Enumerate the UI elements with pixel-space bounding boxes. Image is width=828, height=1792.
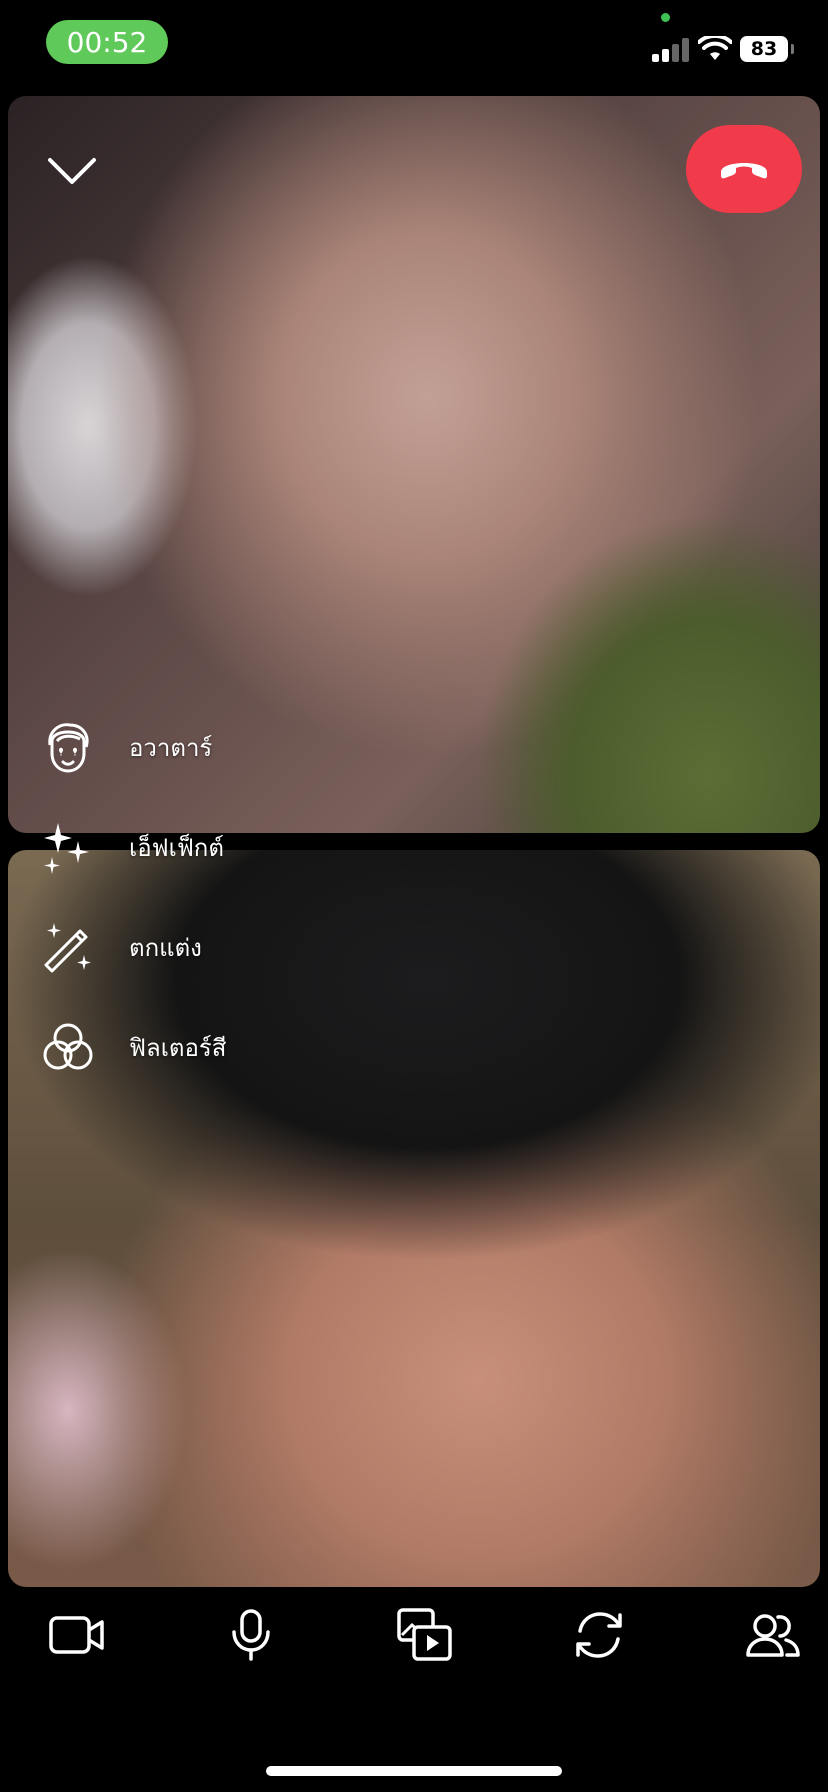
privacy-indicator-dot — [661, 13, 670, 22]
microphone-icon — [232, 1609, 270, 1661]
flip-camera-icon — [576, 1612, 622, 1658]
effect-item-decorate[interactable]: ตกแต่ง — [40, 915, 300, 979]
effect-item-effects[interactable]: เอ็ฟเฟ็กต์ — [40, 815, 300, 879]
toggle-microphone-button[interactable] — [216, 1600, 286, 1670]
collapse-button[interactable] — [44, 150, 100, 190]
color-filter-icon — [40, 1019, 96, 1075]
home-indicator[interactable] — [266, 1766, 562, 1776]
call-control-bar — [0, 1590, 828, 1680]
effect-item-color-filter[interactable]: ฟิลเตอร์สี — [40, 1015, 300, 1079]
share-media-icon — [397, 1608, 452, 1661]
status-time: 00:52 — [46, 20, 168, 64]
share-media-button[interactable] — [390, 1600, 460, 1670]
wifi-icon — [697, 33, 733, 66]
video-camera-icon — [49, 1616, 104, 1654]
chevron-down-icon — [48, 158, 96, 184]
end-call-button[interactable] — [686, 125, 802, 213]
sparkles-icon — [40, 819, 96, 875]
magic-wand-icon — [40, 919, 96, 975]
effect-label-effects: เอ็ฟเฟ็กต์ — [129, 833, 224, 862]
effect-label-avatar: อวาตาร์ — [129, 733, 213, 762]
cellular-signal-icon — [652, 38, 692, 62]
participants-icon — [746, 1614, 800, 1657]
status-bar: 00:52 83 — [0, 0, 828, 90]
participants-button[interactable] — [738, 1600, 808, 1670]
battery-icon: 83 — [740, 36, 794, 62]
avatar-face-icon — [40, 719, 96, 775]
effect-label-decorate: ตกแต่ง — [129, 933, 202, 962]
toggle-video-button[interactable] — [42, 1600, 112, 1670]
effect-label-color-filter: ฟิลเตอร์สี — [129, 1033, 227, 1062]
effect-item-avatar[interactable]: อวาตาร์ — [40, 715, 300, 779]
phone-hangup-icon — [721, 163, 767, 179]
flip-camera-button[interactable] — [564, 1600, 634, 1670]
